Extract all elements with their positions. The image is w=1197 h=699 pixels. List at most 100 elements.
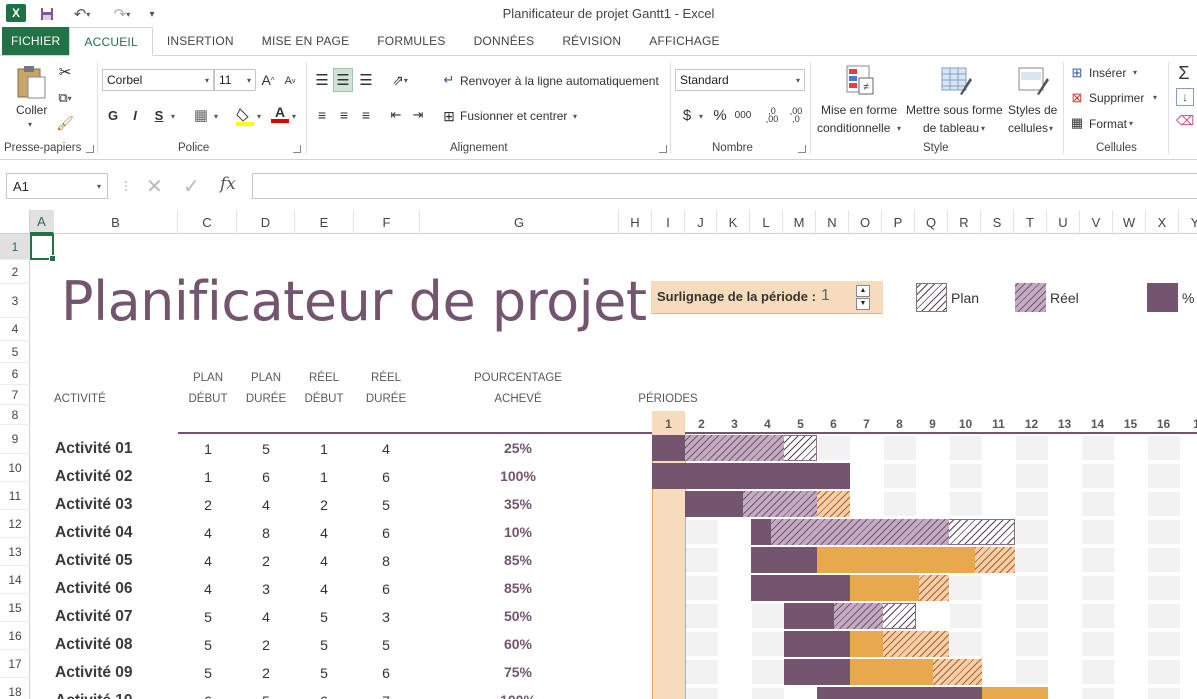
column-header-i[interactable]: I [652,210,685,234]
active-cell-a1[interactable] [30,234,56,262]
column-header-x[interactable]: X [1146,210,1179,234]
paste-button[interactable]: Coller [16,103,47,117]
column-header-p[interactable]: P [882,210,915,234]
format-as-table-line1[interactable]: Mettre sous forme [906,103,1003,117]
wrap-text-icon[interactable]: ↵ [440,70,458,90]
cancel-icon[interactable]: ✕ [146,174,163,199]
row-header-12[interactable]: 12 [0,510,30,538]
column-header-e[interactable]: E [295,210,354,234]
row-header-13[interactable]: 13 [0,538,30,566]
cut-icon[interactable]: ✂ [54,61,76,83]
fill-color-icon[interactable] [236,106,254,126]
row-header-1[interactable]: 1 [0,234,30,260]
chevron-down-icon[interactable]: ▾ [1129,119,1133,128]
decrease-indent-icon[interactable]: ⇤ [386,104,406,126]
copy-icon[interactable]: ⧉ ▾ [54,87,76,109]
column-header-c[interactable]: C [178,210,237,234]
insert-function-icon[interactable]: fx [220,174,236,194]
align-top-icon[interactable]: ☰ [312,68,332,92]
spin-up-icon[interactable]: ▲ [856,285,870,297]
percent-button[interactable]: % [711,104,729,126]
chevron-down-icon[interactable]: ▾ [897,124,901,133]
column-header-m[interactable]: M [783,210,816,234]
tab-fichier[interactable]: FICHIER [2,27,70,55]
underline-dropdown-icon[interactable]: ▾ [171,112,175,121]
conditional-format-line2[interactable]: conditionnelle [817,121,890,135]
bold-button[interactable]: G [104,104,122,126]
merge-center-icon[interactable]: ⊞ [440,106,458,126]
column-header-o[interactable]: O [849,210,882,234]
format-as-table-line2[interactable]: de tableau [923,121,979,135]
column-header-s[interactable]: S [981,210,1014,234]
column-header-l[interactable]: L [750,210,783,234]
row-header-7[interactable]: 7 [0,385,30,405]
row-header-14[interactable]: 14 [0,566,30,594]
tab-affichage[interactable]: AFFICHAGE [635,27,733,55]
tab-accueil[interactable]: ACCUEIL [69,27,153,56]
format-cells-button[interactable]: Format [1089,117,1127,131]
chevron-down-icon[interactable]: ▾ [981,124,985,133]
row-header-18[interactable]: 18 [0,678,30,699]
row-header-6[interactable]: 6 [0,363,30,385]
align-right-icon[interactable]: ≡ [356,104,376,126]
column-header-k[interactable]: K [717,210,750,234]
font-size-combo[interactable]: 11 ▾ [214,69,256,91]
column-header-a[interactable]: A [30,210,54,234]
orientation-icon[interactable]: ⇗ ▾ [386,68,414,92]
alignment-launcher-icon[interactable] [659,145,667,153]
merge-dropdown-icon[interactable]: ▾ [573,112,577,121]
spin-down-icon[interactable]: ▼ [856,298,870,310]
row-header-17[interactable]: 17 [0,650,30,678]
row-header-4[interactable]: 4 [0,318,30,341]
enter-icon[interactable]: ✓ [183,174,200,199]
format-as-table-icon[interactable] [940,64,972,96]
borders-icon[interactable]: ▦ [192,104,210,126]
increase-indent-icon[interactable]: ⇥ [408,104,428,126]
tab-formules[interactable]: FORMULES [363,27,459,55]
column-header-v[interactable]: V [1080,210,1113,234]
column-header-d[interactable]: D [237,210,295,234]
cell-styles-icon[interactable] [1017,64,1049,96]
format-cells-icon[interactable]: ▦ [1069,114,1085,132]
row-header-3[interactable]: 3 [0,284,30,318]
underline-button[interactable]: S [150,104,168,126]
row-header-16[interactable]: 16 [0,622,30,650]
column-header-h[interactable]: H [619,210,652,234]
tab-donnees[interactable]: DONNÉES [460,27,549,55]
chevron-down-icon[interactable]: ▾ [1133,68,1137,77]
row-header-15[interactable]: 15 [0,594,30,622]
grow-font-icon[interactable]: A ^ [260,70,276,90]
thousands-button[interactable]: 000 [732,104,754,126]
paste-dropdown-icon[interactable]: ▾ [28,120,32,129]
insert-cells-icon[interactable]: ⊞ [1069,64,1085,82]
increase-decimal-icon[interactable]: ,0,00 [762,104,782,126]
row-header-8[interactable]: 8 [0,405,30,425]
tab-mise-en-page[interactable]: MISE EN PAGE [248,27,364,55]
paste-icon[interactable] [14,64,50,100]
autosum-icon[interactable]: Σ [1174,62,1194,84]
align-bottom-icon[interactable]: ☰ [356,68,376,92]
column-header-w[interactable]: W [1113,210,1146,234]
column-header-t[interactable]: T [1014,210,1047,234]
number-format-combo[interactable]: Standard ▾ [675,69,805,91]
align-middle-icon[interactable]: ☰ [333,68,353,92]
decrease-decimal-icon[interactable]: ,00,0 [786,104,806,126]
clipboard-launcher-icon[interactable] [86,145,94,153]
wrap-text-button[interactable]: Renvoyer à la ligne automatiquement [460,74,659,88]
chevron-down-icon[interactable]: ▾ [1049,124,1053,133]
column-header-j[interactable]: J [685,210,717,234]
column-header-r[interactable]: R [948,210,981,234]
conditional-format-icon[interactable]: ≠ [845,64,875,96]
tab-revision[interactable]: RÉVISION [548,27,635,55]
borders-dropdown-icon[interactable]: ▾ [214,112,218,121]
row-header-5[interactable]: 5 [0,341,30,363]
align-left-icon[interactable]: ≡ [312,104,332,126]
row-header-2[interactable]: 2 [0,260,30,284]
shrink-font-icon[interactable]: Av [282,72,298,90]
font-color-dropdown-icon[interactable]: ▾ [292,112,296,121]
font-launcher-icon[interactable] [293,145,301,153]
insert-cells-button[interactable]: Insérer [1089,66,1126,80]
row-header-11[interactable]: 11 [0,482,30,510]
column-header-b[interactable]: B [54,210,178,234]
italic-button[interactable]: I [126,104,144,126]
